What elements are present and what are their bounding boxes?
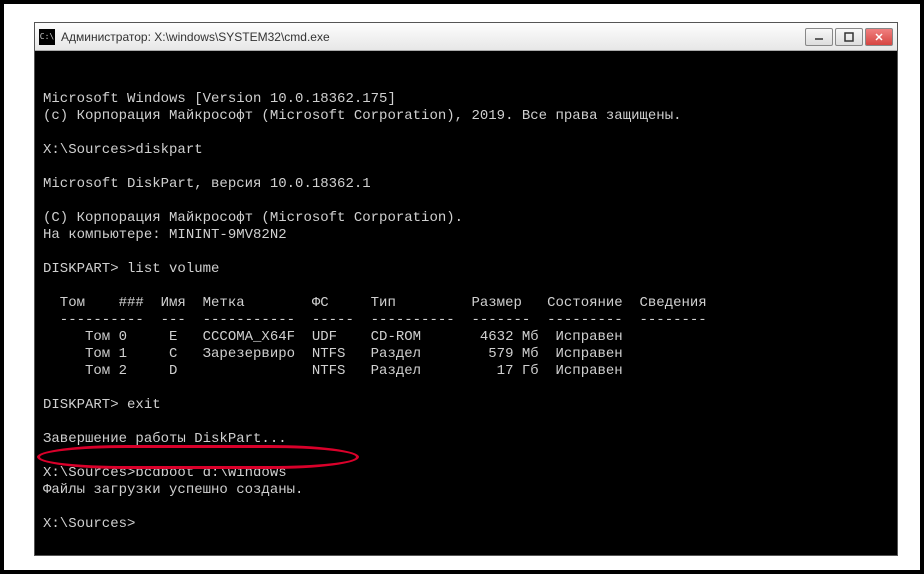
console-line	[43, 499, 889, 516]
console-line	[43, 159, 889, 176]
console-line: (C) Корпорация Майкрософт (Microsoft Cor…	[43, 210, 889, 227]
console-output[interactable]: Microsoft Windows [Version 10.0.18362.17…	[35, 51, 897, 555]
console-line: DISKPART> exit	[43, 397, 889, 414]
console-line: Том 0 E CCCOMA_X64F UDF CD-ROM 4632 Мб И…	[43, 329, 889, 346]
console-line: Microsoft Windows [Version 10.0.18362.17…	[43, 91, 889, 108]
close-button[interactable]	[865, 28, 893, 46]
console-line: На компьютере: MININT-9MV82N2	[43, 227, 889, 244]
window-title: Администратор: X:\windows\SYSTEM32\cmd.e…	[61, 30, 803, 44]
console-line: Том 2 D NTFS Раздел 17 Гб Исправен	[43, 363, 889, 380]
console-line: ---------- --- ----------- ----- -------…	[43, 312, 889, 329]
console-line: (c) Корпорация Майкрософт (Microsoft Cor…	[43, 108, 889, 125]
console-line: Том ### Имя Метка ФС Тип Размер Состояни…	[43, 295, 889, 312]
maximize-button[interactable]	[835, 28, 863, 46]
console-line: DISKPART> list volume	[43, 261, 889, 278]
minimize-button[interactable]	[805, 28, 833, 46]
console-line	[43, 448, 889, 465]
console-line: X:\Sources>bcdboot d:\windows	[43, 465, 889, 482]
titlebar[interactable]: C:\ Администратор: X:\windows\SYSTEM32\c…	[35, 23, 897, 51]
cmd-icon: C:\	[39, 29, 55, 45]
console-line: Файлы загрузки успешно созданы.	[43, 482, 889, 499]
console-line	[43, 380, 889, 397]
console-line: Том 1 C Зарезервиро NTFS Раздел 579 Мб И…	[43, 346, 889, 363]
console-line	[43, 278, 889, 295]
console-line: X:\Sources>diskpart	[43, 142, 889, 159]
console-line	[43, 193, 889, 210]
console-line: X:\Sources>	[43, 516, 889, 533]
console-line	[43, 125, 889, 142]
window-controls	[803, 28, 893, 46]
console-line: Завершение работы DiskPart...	[43, 431, 889, 448]
console-line	[43, 414, 889, 431]
console-line	[43, 244, 889, 261]
console-line: Microsoft DiskPart, версия 10.0.18362.1	[43, 176, 889, 193]
cmd-window: C:\ Администратор: X:\windows\SYSTEM32\c…	[34, 22, 898, 556]
